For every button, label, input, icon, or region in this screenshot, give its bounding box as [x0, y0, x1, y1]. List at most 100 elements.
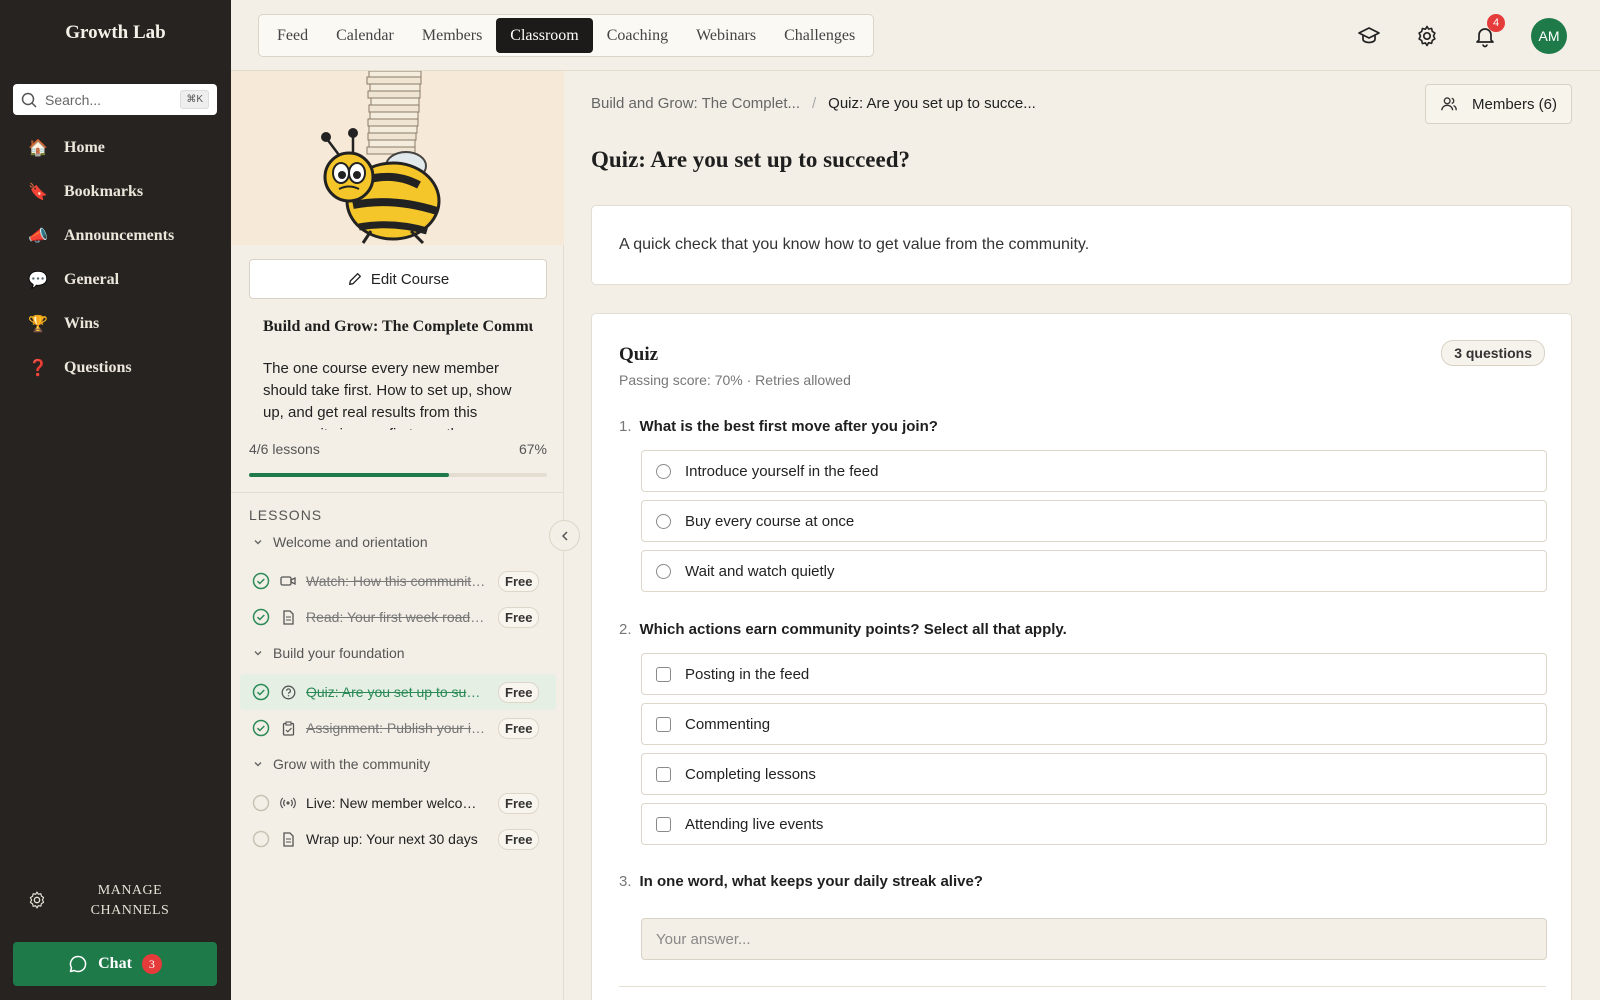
check-circle-icon [252, 608, 270, 626]
breadcrumb-course-link[interactable]: Build and Grow: The Complet... [591, 95, 800, 112]
tab-feed[interactable]: Feed [263, 18, 322, 53]
divider [619, 986, 1546, 987]
q2-option-posting[interactable]: Posting in the feed [641, 653, 1547, 695]
sidebar-item-questions[interactable]: ❓ Questions [0, 346, 231, 390]
search-box[interactable]: Search... ⌘K [13, 84, 217, 115]
chat-label: Chat [98, 955, 132, 972]
gear-icon [29, 891, 45, 909]
page-title: Quiz: Are you set up to succeed? [591, 147, 911, 172]
course-description: The one course every new member should t… [263, 360, 512, 430]
manage-channels-button[interactable]: MANAGE CHANNELS [0, 878, 231, 924]
sidebar-item-label: Announcements [64, 227, 175, 244]
tab-coaching[interactable]: Coaching [593, 18, 682, 53]
free-badge: Free [498, 717, 540, 739]
lesson-title: Quiz: Are you set up to succeed? [306, 684, 486, 700]
q1-option-buy[interactable]: Buy every course at once [641, 500, 1547, 542]
q2-option-commenting[interactable]: Commenting [641, 703, 1547, 745]
search-placeholder[interactable]: Search... [45, 92, 180, 108]
section-header-foundation[interactable]: Build your foundation [253, 645, 405, 661]
breadcrumb-current: Quiz: Are you set up to succe... [828, 95, 1036, 112]
question-3: 3. In one word, what keeps your daily str… [619, 873, 983, 890]
chat-bubble-icon [69, 955, 87, 973]
quiz-card: Quiz 3 questions Passing score: 70% · Re… [591, 313, 1572, 1000]
notification-count-badge: 4 [1487, 13, 1505, 32]
radio-button[interactable] [656, 463, 671, 479]
lessons-progress-text: 4/6 lessons [249, 441, 320, 457]
lesson-intro-card: A quick check that you know how to get v… [591, 205, 1572, 285]
checkbox[interactable] [656, 816, 671, 832]
lesson-item[interactable]: Watch: How this community works Free [240, 563, 556, 599]
broadcast-live-icon [280, 795, 296, 811]
chevron-down-icon [254, 762, 262, 767]
chevron-down-icon [254, 540, 262, 545]
chevron-down-icon [254, 651, 262, 656]
checkbox[interactable] [656, 666, 671, 682]
q2-option-lessons[interactable]: Completing lessons [641, 753, 1547, 795]
sidebar-item-bookmarks[interactable]: 🔖 Bookmarks [0, 170, 231, 214]
sidebar-item-wins[interactable]: 🏆 Wins [0, 302, 231, 346]
sidebar-item-label: Questions [64, 359, 132, 376]
q1-option-wait[interactable]: Wait and watch quietly [641, 550, 1547, 592]
tab-classroom[interactable]: Classroom [496, 18, 593, 53]
settings-gear-icon[interactable] [1415, 24, 1439, 48]
free-badge: Free [498, 828, 540, 850]
lesson-item[interactable]: Wrap up: Your next 30 days Free [240, 821, 556, 857]
tab-challenges[interactable]: Challenges [770, 18, 869, 53]
passing-score-text: Passing score: 70% · Retries allowed [619, 372, 851, 388]
edit-course-label: Edit Course [370, 270, 450, 288]
sidebar-item-announcements[interactable]: 📣 Announcements [0, 214, 231, 258]
radio-button[interactable] [656, 563, 671, 579]
progress-percent: 67% [518, 441, 547, 457]
lesson-item[interactable]: Live: New member welcome call Free [240, 785, 556, 821]
section-header-welcome[interactable]: Welcome and orientation [253, 534, 428, 550]
document-icon [280, 609, 296, 625]
quiz-heading: Quiz [619, 344, 659, 365]
sidebar-item-home[interactable]: 🏠 Home [0, 126, 231, 170]
top-icons: 4 AM [1357, 0, 1600, 71]
course-title: Build and Grow: The Complete Community P… [263, 318, 533, 335]
question-mark-icon: ❓ [28, 360, 48, 377]
divider [231, 492, 564, 493]
members-button[interactable]: Members (6) [1424, 84, 1572, 124]
checkbox[interactable] [656, 716, 671, 732]
answer-input[interactable] [641, 918, 1547, 960]
top-bar: Feed Calendar Members Classroom Coaching… [231, 0, 1600, 71]
lesson-item-active[interactable]: Quiz: Are you set up to succeed? Free [240, 674, 556, 710]
edit-course-button[interactable]: Edit Course [249, 259, 547, 299]
users-icon [1441, 97, 1457, 111]
tab-members[interactable]: Members [408, 18, 496, 53]
tab-calendar[interactable]: Calendar [322, 18, 408, 53]
lesson-item[interactable]: Read: Your first week roadmap Free [240, 599, 556, 635]
course-progress-labels: 4/6 lessons 67% [249, 441, 547, 457]
sidebar-item-label: Wins [64, 315, 100, 332]
check-circle-icon [252, 572, 270, 590]
brand-name[interactable]: Growth Lab [0, 22, 231, 44]
tab-webinars[interactable]: Webinars [682, 18, 770, 53]
question-circle-icon [280, 684, 296, 700]
clipboard-check-icon [280, 720, 296, 736]
sidebar-item-general[interactable]: 💬 General [0, 258, 231, 302]
sidebar-item-label: Bookmarks [64, 183, 144, 200]
sidebar-item-label: General [64, 271, 120, 288]
lessons-heading: LESSONS [249, 507, 323, 523]
sidebar-item-label: Home [64, 139, 105, 156]
free-badge: Free [498, 792, 540, 814]
free-badge: Free [498, 681, 540, 703]
q1-option-introduce[interactable]: Introduce yourself in the feed [641, 450, 1547, 492]
free-badge: Free [498, 570, 540, 592]
user-avatar[interactable]: AM [1531, 17, 1567, 54]
q2-option-live-events[interactable]: Attending live events [641, 803, 1547, 845]
sidebar: Growth Lab Search... ⌘K 🏠 Home 🔖 Bookmarks… [0, 0, 231, 1000]
manage-channels-label: MANAGE CHANNELS [90, 883, 170, 918]
breadcrumb-separator: / [812, 95, 817, 112]
radio-button[interactable] [656, 513, 671, 529]
section-header-grow[interactable]: Grow with the community [253, 756, 430, 772]
graduation-cap-icon[interactable] [1357, 24, 1381, 48]
chat-button[interactable]: Chat 3 [13, 942, 217, 986]
progress-bar [249, 473, 547, 477]
check-circle-icon [252, 719, 270, 737]
document-icon [280, 831, 296, 847]
lesson-item[interactable]: Assignment: Publish your intro Free [240, 710, 556, 746]
checkbox[interactable] [656, 766, 671, 782]
bell-icon[interactable]: 4 [1473, 13, 1505, 48]
